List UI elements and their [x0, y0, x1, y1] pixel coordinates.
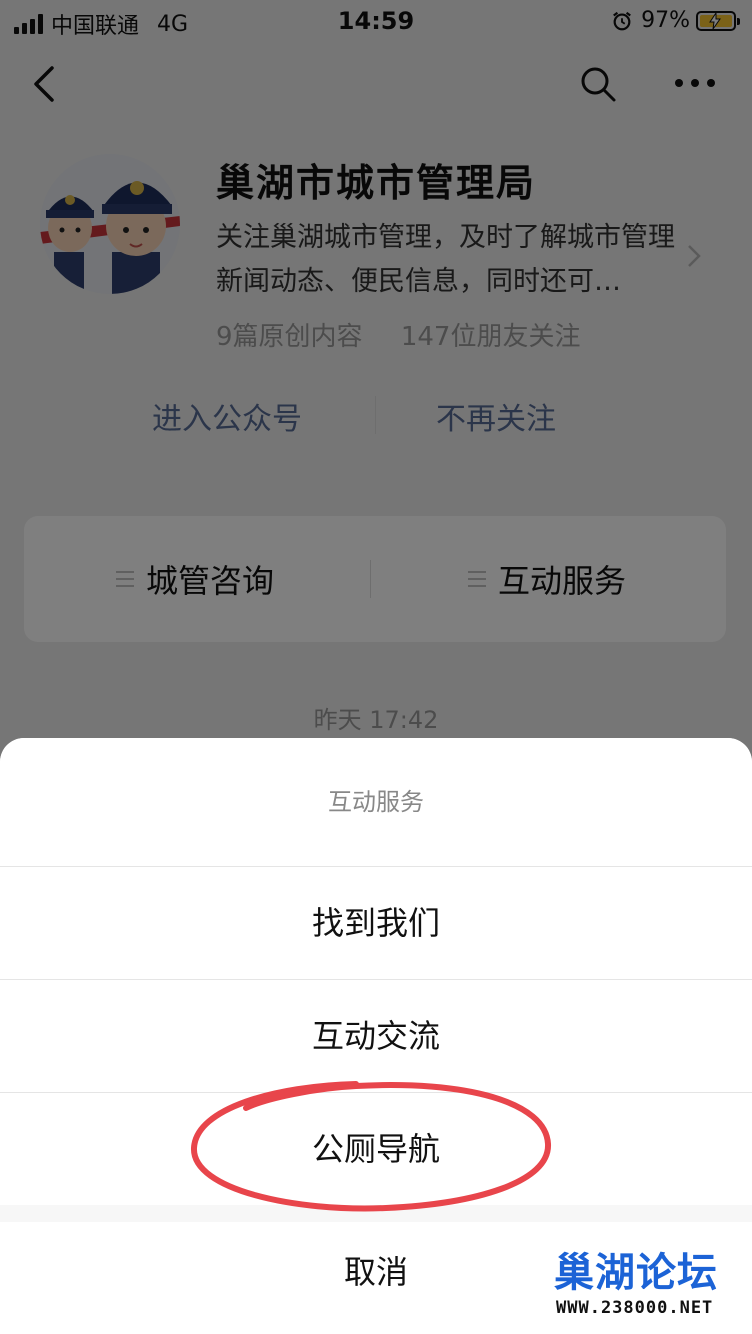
action-sheet-title: 互动服务 — [0, 738, 752, 866]
watermark-logo: 巢湖论坛 — [554, 1250, 718, 1296]
option-interactive-exchange[interactable]: 互动交流 — [0, 980, 752, 1092]
watermark-url: WWW.238000.NET — [556, 1298, 714, 1318]
option-toilet-navigation[interactable]: 公厕导航 — [0, 1093, 752, 1205]
watermark: 巢湖论坛 WWW.238000.NET — [554, 1240, 744, 1326]
option-find-us[interactable]: 找到我们 — [0, 867, 752, 979]
